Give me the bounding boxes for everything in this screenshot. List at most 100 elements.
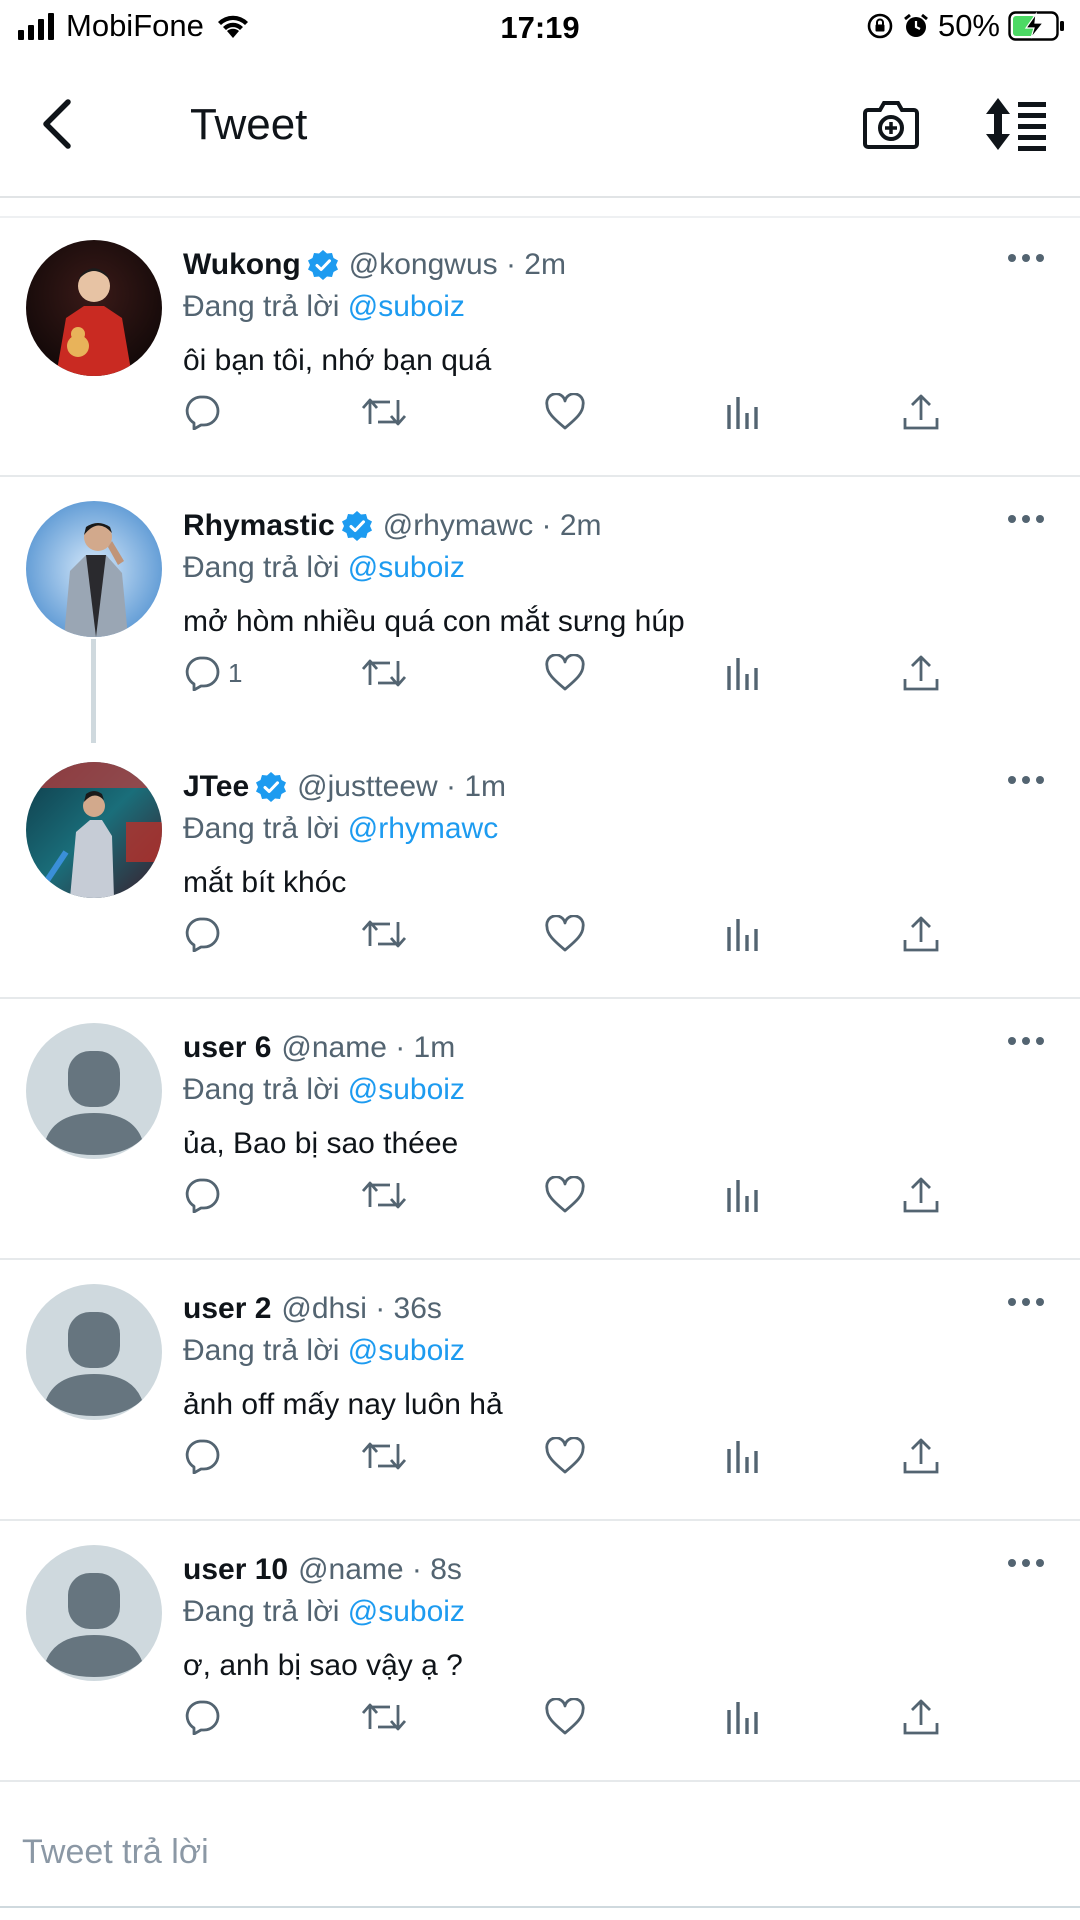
reply-button[interactable] <box>184 1691 228 1743</box>
author-handle: @name · 8s <box>298 1553 462 1586</box>
reply-icon <box>185 917 220 952</box>
like-button[interactable] <box>544 1691 586 1743</box>
mention-link[interactable]: @suboiz <box>348 1073 465 1106</box>
tweet-text: ảnh off mấy nay luôn hả <box>183 1388 503 1421</box>
mention-link[interactable]: @rhymawc <box>348 812 498 845</box>
mention-link[interactable]: @suboiz <box>348 1334 465 1367</box>
retweet-icon <box>361 1703 407 1731</box>
retweet-button[interactable] <box>360 386 408 438</box>
author-name[interactable]: user 2 <box>183 1292 271 1326</box>
replying-to-label: Đang trả lời <box>183 1073 348 1106</box>
reply-underline <box>0 1906 1080 1908</box>
battery-percent: 50% <box>937 8 1000 43</box>
share-button[interactable] <box>902 908 940 960</box>
author-name[interactable]: JTee <box>183 770 249 804</box>
retweet-button[interactable] <box>360 1691 408 1743</box>
author-name[interactable]: user 6 <box>183 1031 271 1065</box>
reply-bar <box>0 1782 1080 1920</box>
tweet-item[interactable]: user 2 @dhsi · 36s Đang trả lời @suboiz … <box>0 1262 1080 1521</box>
more-options-icon[interactable] <box>1006 1296 1046 1308</box>
more-options-icon[interactable] <box>1006 1557 1046 1569</box>
sort-icon[interactable] <box>984 96 1048 152</box>
status-right: 50% <box>866 8 1066 44</box>
reply-button[interactable] <box>184 908 228 960</box>
reply-button[interactable] <box>184 386 228 438</box>
reply-input[interactable] <box>22 1824 1058 1880</box>
reply-button[interactable] <box>184 1430 228 1482</box>
reply-button[interactable]: 1 <box>184 647 242 699</box>
author-handle: @kongwus · 2m <box>348 248 566 281</box>
like-icon <box>545 654 585 691</box>
share-button[interactable] <box>902 1691 940 1743</box>
replying-to-label: Đang trả lời <box>183 812 348 845</box>
analytics-button[interactable] <box>726 1691 762 1743</box>
like-icon <box>545 393 585 430</box>
reply-icon <box>185 395 220 430</box>
avatar[interactable] <box>26 762 162 898</box>
tweet-item[interactable]: user 10 @name · 8s Đang trả lời @suboiz … <box>0 1523 1080 1782</box>
reply-button[interactable] <box>184 1169 228 1221</box>
tweet-header: user 10 @name · 8s <box>183 1553 462 1587</box>
share-button[interactable] <box>902 1169 940 1221</box>
back-button[interactable] <box>38 96 78 152</box>
tweet-item[interactable]: Wukong @kongwus · 2m Đang trả lời @suboi… <box>0 218 1080 477</box>
tweet-header: user 2 @dhsi · 36s <box>183 1292 442 1326</box>
mention-link[interactable]: @suboiz <box>348 1595 465 1628</box>
nav-bar: Tweet <box>0 56 1080 198</box>
like-button[interactable] <box>544 647 586 699</box>
tweet-item[interactable]: JTee @justteew · 1m Đang trả lời @rhymaw… <box>0 740 1080 999</box>
retweet-button[interactable] <box>360 908 408 960</box>
retweet-button[interactable] <box>360 1169 408 1221</box>
retweet-button[interactable] <box>360 647 408 699</box>
tweet-actions <box>0 1430 1080 1482</box>
analytics-button[interactable] <box>726 1169 762 1221</box>
avatar[interactable] <box>26 501 162 637</box>
avatar[interactable] <box>26 1284 162 1420</box>
share-button[interactable] <box>902 647 940 699</box>
analytics-button[interactable] <box>726 647 762 699</box>
tweet-item[interactable]: Rhymastic @rhymawc · 2m Đang trả lời @su… <box>0 479 1080 738</box>
like-button[interactable] <box>544 1169 586 1221</box>
more-options-icon[interactable] <box>1006 774 1046 786</box>
page-title: Tweet <box>190 100 308 149</box>
more-options-icon[interactable] <box>1006 252 1046 264</box>
camera-plus-icon[interactable] <box>862 96 920 152</box>
avatar[interactable] <box>26 1545 162 1681</box>
like-button[interactable] <box>544 908 586 960</box>
replying-to-label: Đang trả lời <box>183 1595 348 1628</box>
like-button[interactable] <box>544 1430 586 1482</box>
tweet-text: mắt bít khóc <box>183 866 347 899</box>
status-bar: MobiFone 17:19 50% <box>0 0 1080 56</box>
replying-to: Đang trả lời @suboiz <box>183 1073 465 1107</box>
reply-icon <box>185 656 220 691</box>
share-icon <box>903 1177 939 1213</box>
tweet-text: ôi bạn tôi, nhớ bạn quá <box>183 344 492 377</box>
tweet-actions <box>0 908 1080 960</box>
analytics-button[interactable] <box>726 908 762 960</box>
tweet-actions: 1 <box>0 647 1080 699</box>
replying-to: Đang trả lời @suboiz <box>183 290 465 324</box>
avatar[interactable] <box>26 1023 162 1159</box>
orientation-lock-icon <box>867 13 893 39</box>
analytics-button[interactable] <box>726 386 762 438</box>
tweet-item[interactable]: user 6 @name · 1m Đang trả lời @suboiz ủ… <box>0 1001 1080 1260</box>
mention-link[interactable]: @suboiz <box>348 290 465 323</box>
more-options-icon[interactable] <box>1006 513 1046 525</box>
share-button[interactable] <box>902 1430 940 1482</box>
analytics-button[interactable] <box>726 1430 762 1482</box>
share-button[interactable] <box>902 386 940 438</box>
tweet-text: ủa, Bao bị sao théee <box>183 1127 459 1160</box>
mention-link[interactable]: @suboiz <box>348 551 465 584</box>
author-name[interactable]: user 10 <box>183 1553 288 1587</box>
analytics-icon <box>727 1180 758 1212</box>
author-handle: @dhsi · 36s <box>281 1292 442 1325</box>
author-name[interactable]: Rhymastic <box>183 509 335 543</box>
author-name[interactable]: Wukong <box>183 248 301 282</box>
like-icon <box>545 1698 585 1735</box>
more-options-icon[interactable] <box>1006 1035 1046 1047</box>
retweet-button[interactable] <box>360 1430 408 1482</box>
tweet-actions <box>0 386 1080 438</box>
avatar[interactable] <box>26 240 162 376</box>
like-button[interactable] <box>544 386 586 438</box>
replying-to-label: Đang trả lời <box>183 551 348 584</box>
